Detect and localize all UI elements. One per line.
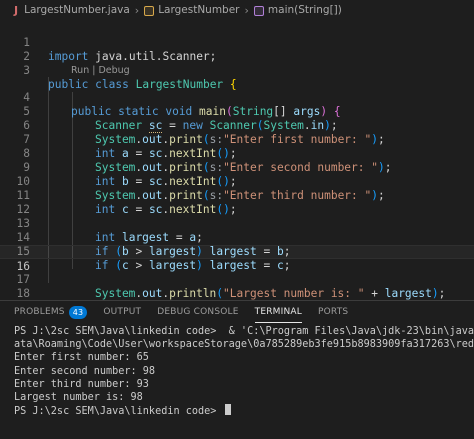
terminal-line: ata\Roaming\Code\User\workspaceStorage\0… (14, 339, 474, 351)
tab-ports[interactable]: PORTS (318, 301, 348, 323)
code-line: 3 public class LargestNumber { (23, 64, 237, 91)
terminal[interactable]: PS J:\2sc SEM\Java\linkedin code> & 'C:\… (14, 325, 474, 439)
code-editor[interactable]: 1 import java.util.Scanner; 2 3 public c… (0, 8, 474, 328)
code-line: 7 int a = sc.nextInt(); (23, 133, 237, 160)
code-line: 10 System.out.print(s:"Enter third numbe… (16, 175, 385, 202)
code-line: 2 (23, 50, 30, 63)
terminal-line: Enter first number: 65 (14, 352, 149, 364)
tab-problems[interactable]: PROBLEMS 43 (14, 301, 88, 323)
code-line: 19 } (0, 287, 474, 328)
terminal-line: Largest number is: 98 (14, 391, 143, 403)
code-line: 1 import java.util.Scanner; (23, 36, 217, 63)
tab-output[interactable]: OUTPUT (103, 301, 141, 323)
terminal-prompt: PS J:\2sc SEM\Java\linkedin code> (14, 406, 223, 418)
terminal-cursor (224, 404, 231, 416)
code-line: 14 if (b > largest) largest = b; (16, 231, 291, 258)
code-line: 17 System.out.println("Largest number is… (16, 273, 446, 300)
bottom-panel: PROBLEMS 43 OUTPUT DEBUG CONSOLE TERMINAL… (0, 300, 474, 439)
terminal-line: PS J:\2sc SEM\Java\linkedin code> & 'C:\… (14, 326, 474, 337)
tab-debug-console[interactable]: DEBUG CONSOLE (157, 301, 238, 323)
terminal-line: Enter second number: 98 (14, 365, 156, 377)
code-line: 15 if (c > largest) largest = c; (16, 245, 291, 272)
code-line: 9 int b = sc.nextInt(); (23, 161, 237, 188)
terminal-line: Enter third number: 93 (14, 378, 149, 390)
code-line: 5 Scanner sc = new Scanner(System.in); (23, 105, 338, 133)
tab-terminal[interactable]: TERMINAL (254, 301, 303, 323)
problems-count-badge: 43 (68, 305, 88, 319)
panel-tabs: PROBLEMS 43 OUTPUT DEBUG CONSOLE TERMINAL… (0, 301, 474, 323)
code-line: 18 } (16, 287, 78, 314)
code-line: 12 (16, 203, 30, 216)
code-line: 4 public static void main(String[] args)… (23, 91, 341, 118)
code-line: 11 int c = sc.nextInt(); (16, 189, 237, 216)
run-debug-codelens[interactable]: Run | Debug (71, 65, 130, 77)
code-line: 13 int largest = a; (16, 217, 203, 244)
code-line: 6 System.out.print(s:"Enter first number… (23, 119, 385, 146)
current-line: 16 (0, 245, 474, 273)
terminal-prompt-line: PS J:\2sc SEM\Java\linkedin code> (14, 404, 474, 417)
code-line: 8 System.out.print(s:"Enter second numbe… (23, 147, 392, 174)
